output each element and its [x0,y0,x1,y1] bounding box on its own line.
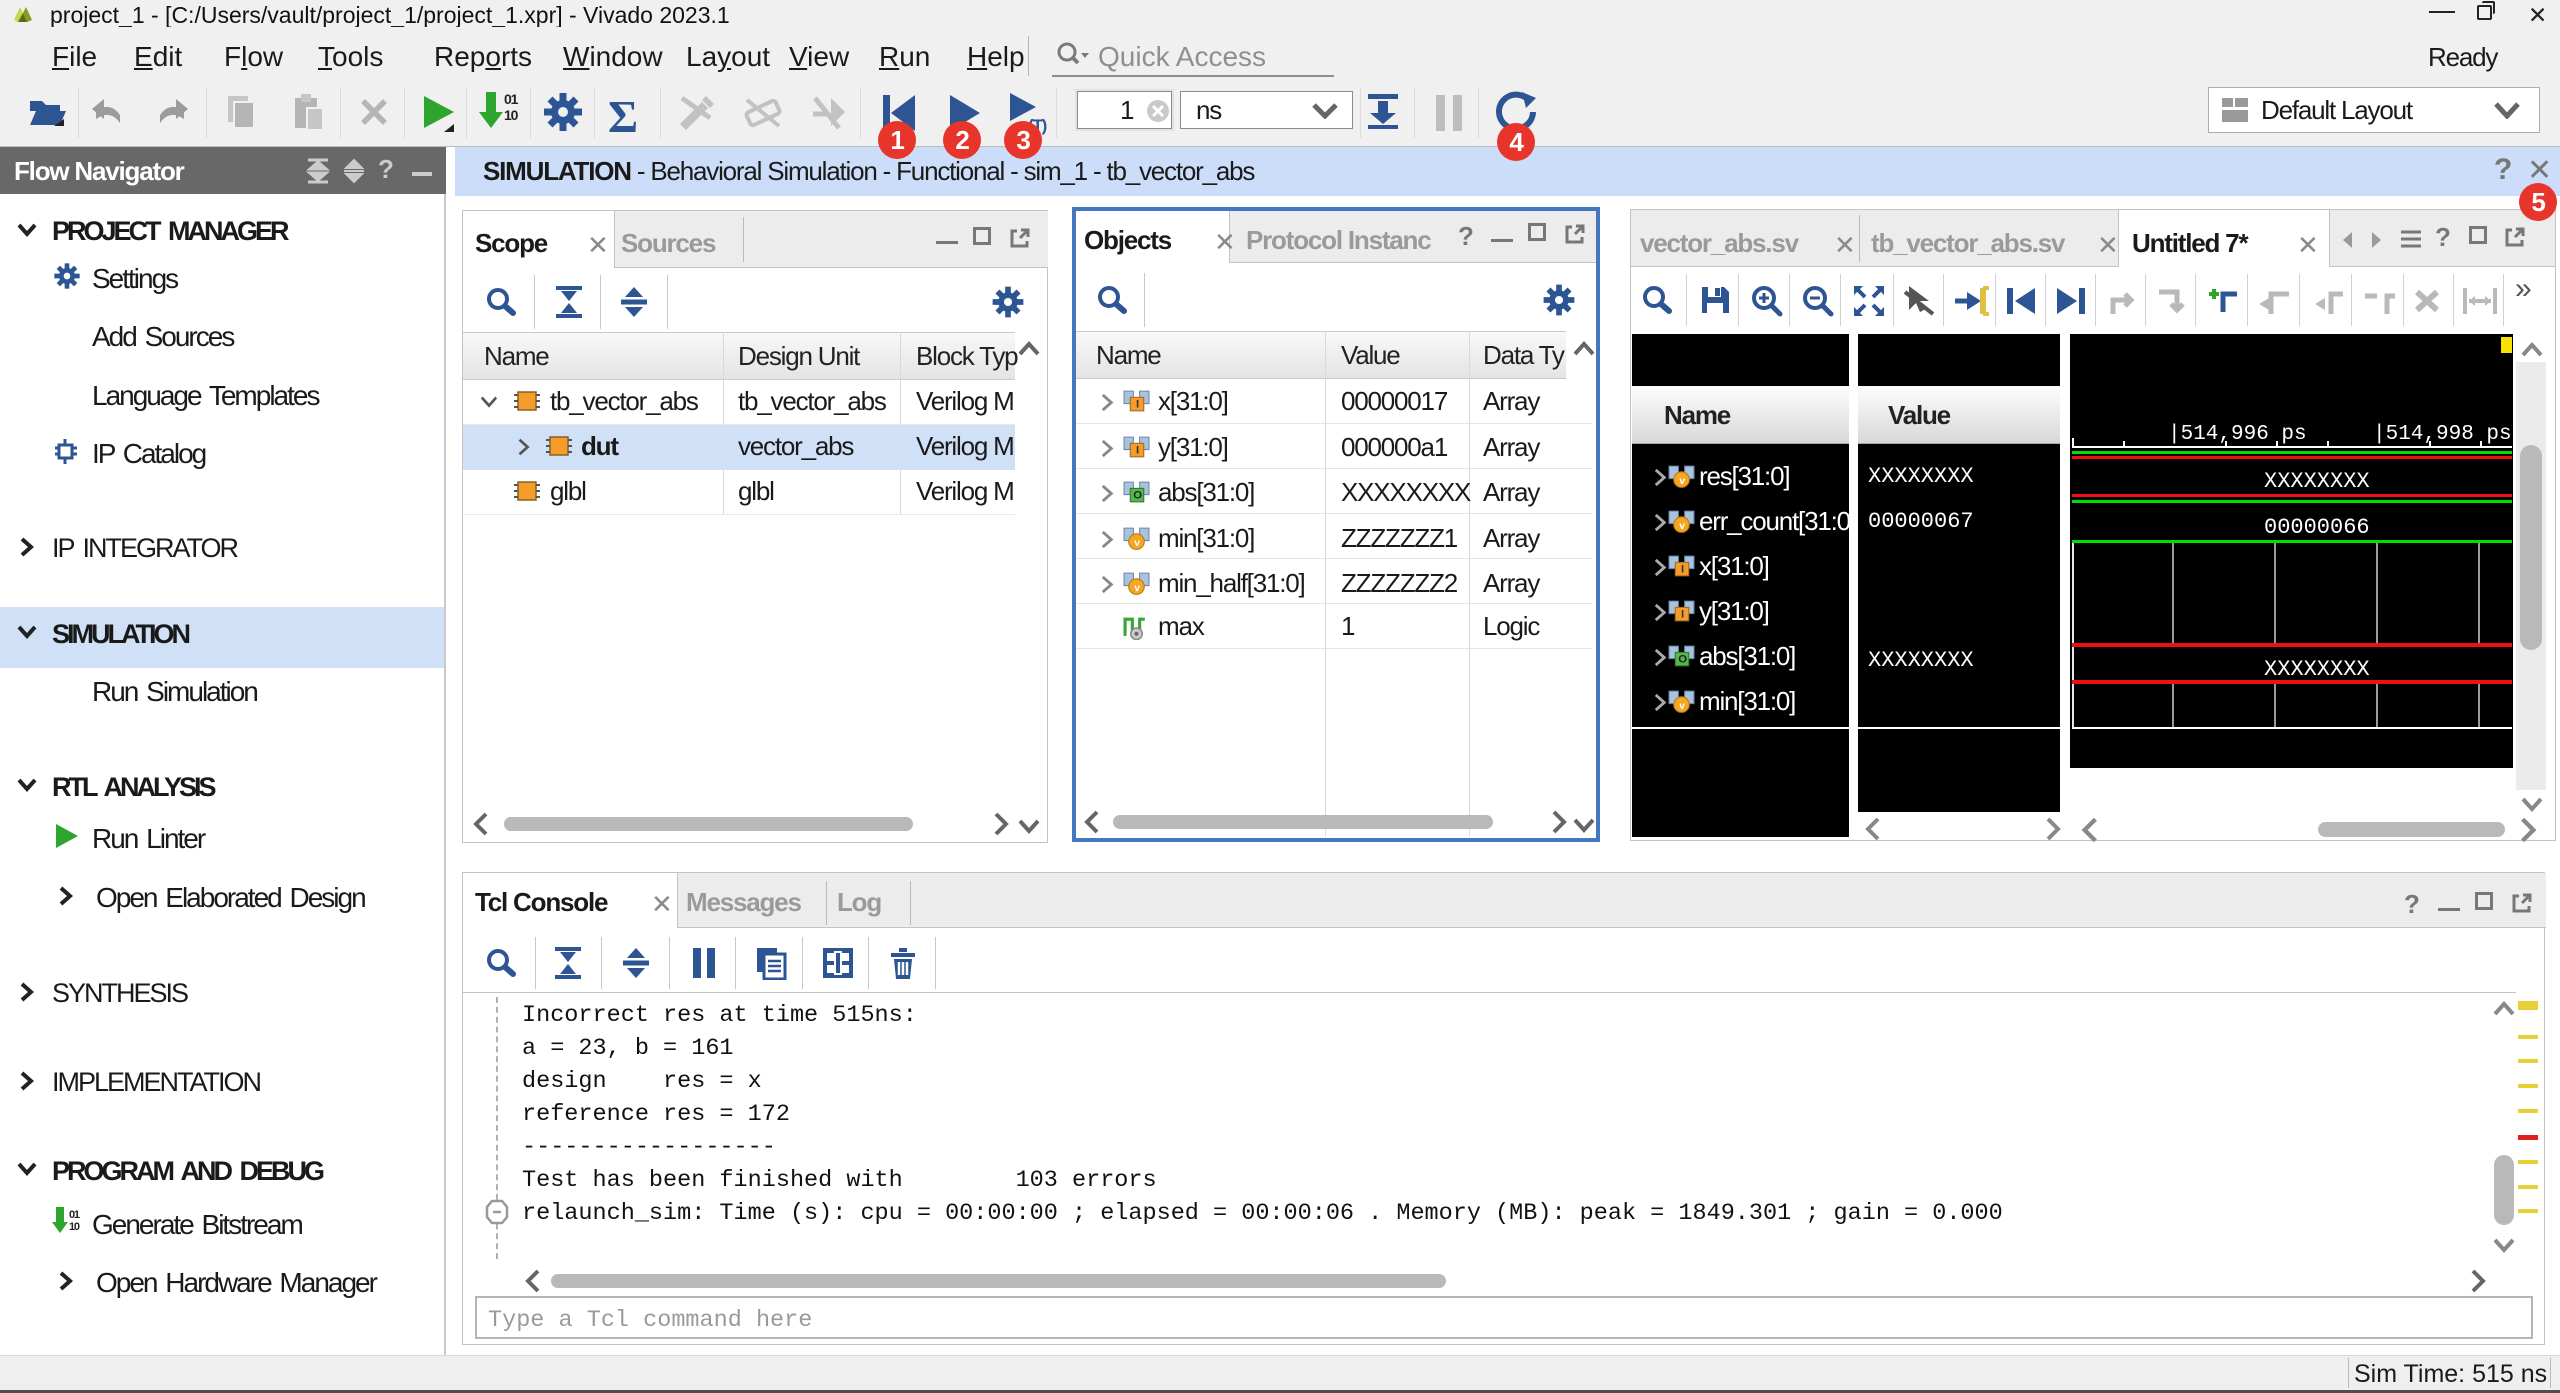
svg-text:01: 01 [69,1209,80,1221]
svg-text:10: 10 [69,1221,80,1233]
svg-text:01: 01 [504,91,519,107]
svg-text:10: 10 [504,107,519,123]
